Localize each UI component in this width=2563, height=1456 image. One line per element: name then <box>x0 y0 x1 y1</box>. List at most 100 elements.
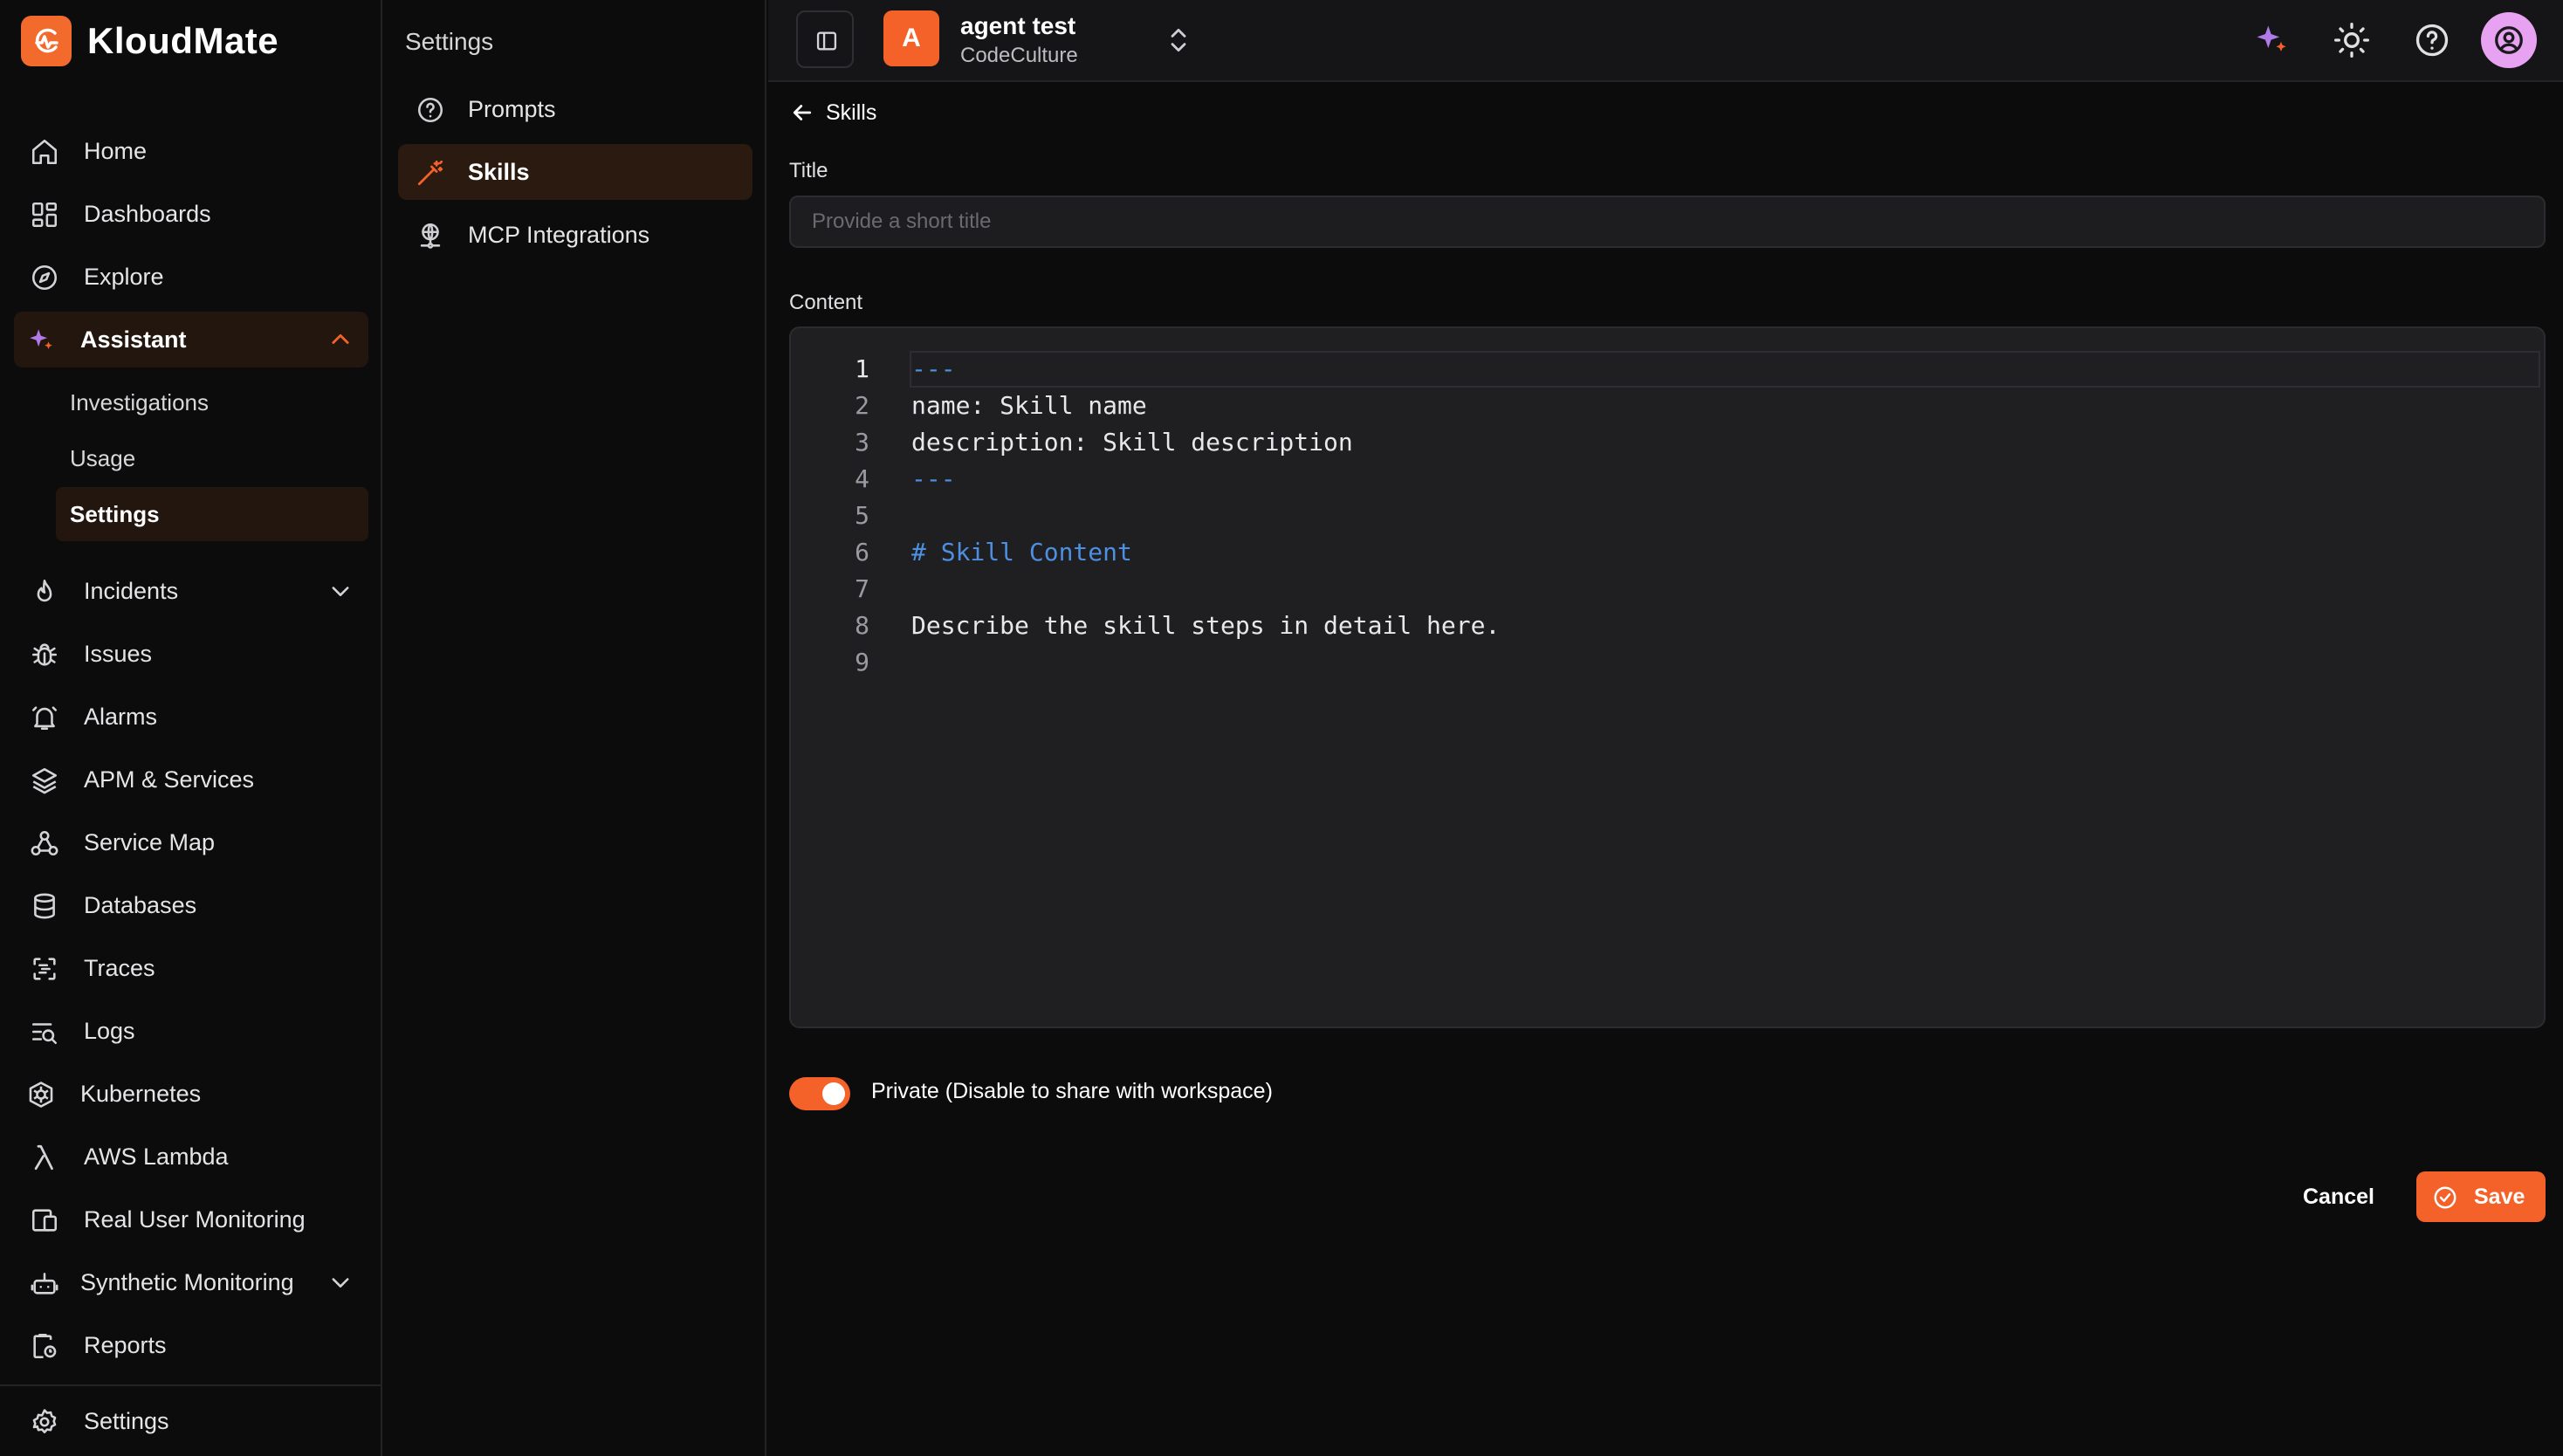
compass-icon <box>31 264 58 291</box>
kubernetes-icon <box>29 1082 53 1108</box>
sidebar-item-label: Service Map <box>84 829 216 855</box>
sidebar-item-label: Reports <box>84 1332 167 1358</box>
sidebar-subitem-usage[interactable]: Usage <box>56 431 368 485</box>
main-sidebar: KloudMate Home Dashboards Explore Assist… <box>0 0 382 1456</box>
grid-icon <box>31 202 58 228</box>
sidebar-toggle-button[interactable] <box>796 10 854 68</box>
lambda-icon <box>34 1144 53 1171</box>
code-line[interactable]: name: Skill name <box>911 391 1147 420</box>
settings-item-label: Prompts <box>468 96 556 122</box>
sidebar-item-settings[interactable]: Settings <box>14 1393 368 1449</box>
line-number: 3 <box>855 428 869 457</box>
sidebar-subitem-investigations[interactable]: Investigations <box>56 375 368 429</box>
sun-icon[interactable] <box>2333 21 2371 59</box>
settings-item-label: Skills <box>468 159 530 185</box>
report-icon <box>33 1333 57 1359</box>
robot-icon <box>31 1273 58 1295</box>
sidebar-item-home[interactable]: Home <box>14 123 368 179</box>
sidebar-subitem-label: Settings <box>70 501 160 527</box>
line-number: 2 <box>855 391 869 420</box>
code-line[interactable]: Describe the skill steps in detail here. <box>911 611 1500 640</box>
title-label: Title <box>789 159 828 182</box>
user-avatar[interactable] <box>2481 12 2537 68</box>
private-toggle[interactable] <box>789 1077 850 1110</box>
help-icon[interactable] <box>2413 21 2451 59</box>
logs-icon <box>31 1023 58 1045</box>
code-line[interactable]: --- <box>911 354 956 383</box>
sidebar-item-kubernetes[interactable]: Kubernetes <box>14 1066 368 1122</box>
sidebar-item-label: Traces <box>84 955 155 981</box>
sidebar-item-apm-services[interactable]: APM & Services <box>14 752 368 807</box>
chevron-down-icon[interactable] <box>328 1270 353 1295</box>
brand[interactable]: KloudMate <box>21 16 278 66</box>
sidebar-item-databases[interactable]: Databases <box>14 877 368 933</box>
sparkle-icon[interactable] <box>2252 21 2291 59</box>
user-avatar-icon <box>2495 26 2523 54</box>
workspace-name[interactable]: agent test <box>960 12 1075 40</box>
devices-icon <box>31 1209 58 1232</box>
sidebar-item-service-map[interactable]: Service Map <box>14 814 368 870</box>
sidebar-item-label: Home <box>84 138 148 164</box>
sidebar-item-label: Synthetic Monitoring <box>80 1269 294 1295</box>
content-label: Content <box>789 291 863 314</box>
sidebar-item-label: AWS Lambda <box>84 1144 229 1170</box>
sidebar-item-assistant[interactable]: Assistant <box>14 312 368 367</box>
sidebar-item-label: Kubernetes <box>80 1081 202 1107</box>
gear-icon <box>32 1409 57 1434</box>
sidebar-item-label: Incidents <box>84 578 179 604</box>
code-line[interactable]: description: Skill description <box>911 428 1353 457</box>
sidebar-item-reports[interactable]: Reports <box>14 1317 368 1373</box>
title-input[interactable] <box>789 196 2546 248</box>
back-to-skills-link[interactable]: Skills <box>789 98 876 127</box>
sidebar-item-label: Assistant <box>80 326 187 353</box>
private-toggle-label: Private (Disable to share with workspace… <box>871 1079 1273 1103</box>
sidebar-item-logs[interactable]: Logs <box>14 1003 368 1059</box>
settings-item-prompts[interactable]: Prompts <box>398 81 752 137</box>
sidebar-toggle-icon <box>816 31 837 51</box>
save-button[interactable]: Save <box>2416 1171 2546 1222</box>
sidebar-item-dashboards[interactable]: Dashboards <box>14 186 368 242</box>
sidebar-item-issues[interactable]: Issues <box>14 626 368 682</box>
home-icon <box>31 139 58 165</box>
sidebar-item-explore[interactable]: Explore <box>14 249 368 305</box>
database-icon <box>34 893 55 919</box>
topbar: A agent test CodeCulture <box>768 0 2563 82</box>
sidebar-item-label: Issues <box>84 641 153 667</box>
save-button-label: Save <box>2474 1185 2525 1209</box>
sidebar-item-alarms[interactable]: Alarms <box>14 689 368 745</box>
cancel-button[interactable]: Cancel <box>2291 1171 2387 1222</box>
line-number: 4 <box>855 464 869 493</box>
active-line-highlight <box>910 351 2540 388</box>
sidebar-item-synthetic-monitoring[interactable]: Synthetic Monitoring <box>14 1254 368 1310</box>
sidebar-subitem-settings[interactable]: Settings <box>56 487 368 541</box>
sidebar-item-label: Settings <box>84 1408 169 1434</box>
magic-wand-icon <box>417 160 443 186</box>
line-number: 6 <box>855 538 869 567</box>
sidebar-item-label: APM & Services <box>84 766 255 793</box>
content-editor[interactable]: 1 --- 2 name: Skill name 3 description: … <box>789 326 2546 1028</box>
sidebar-item-aws-lambda[interactable]: AWS Lambda <box>14 1129 368 1185</box>
line-number: 9 <box>855 648 869 676</box>
layers-icon <box>31 767 58 794</box>
line-number: 7 <box>855 574 869 603</box>
chevron-up-icon[interactable] <box>328 327 353 352</box>
service-map-icon <box>31 830 58 856</box>
code-line[interactable]: --- <box>911 464 956 493</box>
chevron-down-icon[interactable] <box>328 579 353 603</box>
sidebar-subitem-label: Investigations <box>70 389 209 416</box>
chevron-up-down-icon[interactable] <box>1166 24 1191 56</box>
sidebar-item-incidents[interactable]: Incidents <box>14 563 368 619</box>
settings-item-skills[interactable]: Skills <box>398 144 752 200</box>
workspace-avatar[interactable]: A <box>883 10 939 66</box>
sidebar-item-real-user-monitoring[interactable]: Real User Monitoring <box>14 1192 368 1247</box>
code-line[interactable]: # Skill Content <box>911 538 1132 567</box>
sidebar-item-traces[interactable]: Traces <box>14 940 368 996</box>
settings-item-mcp-integrations[interactable]: MCP Integrations <box>398 207 752 263</box>
workspace-org: CodeCulture <box>960 44 1078 67</box>
sidebar-item-label: Alarms <box>84 704 158 730</box>
bug-icon <box>31 643 58 666</box>
arrow-left-icon <box>793 105 812 120</box>
sidebar-item-label: Dashboards <box>84 201 211 227</box>
question-circle-icon <box>417 97 443 123</box>
sidebar-divider <box>0 1384 382 1386</box>
